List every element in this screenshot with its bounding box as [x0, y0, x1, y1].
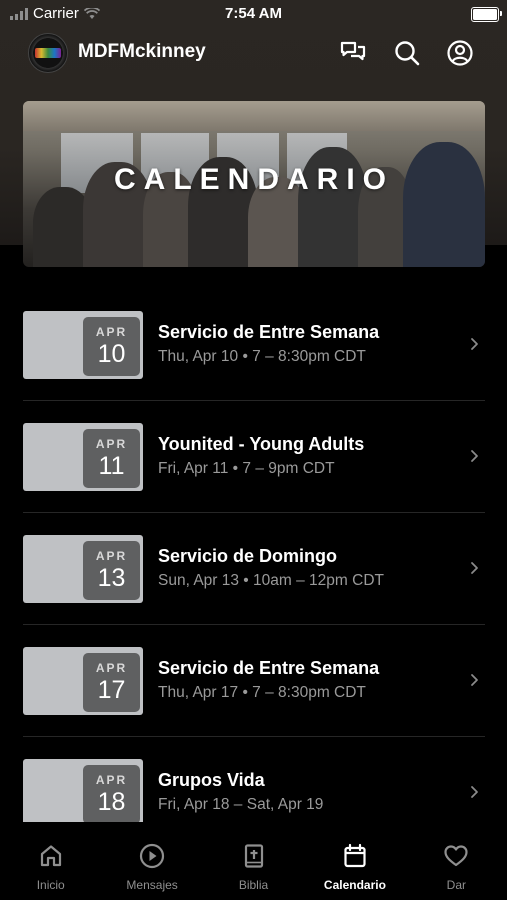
event-title: Younited - Young Adults — [158, 434, 365, 454]
event-thumbnail: APR 11 — [23, 423, 143, 491]
date-badge: APR 13 — [83, 541, 140, 600]
event-row[interactable]: APR 13 Servicio de Domingo Sun, Apr 13 •… — [23, 513, 485, 625]
event-thumbnail: APR 17 — [23, 647, 143, 715]
date-badge: APR 10 — [83, 317, 140, 376]
event-time: Thu, Apr 17 • 7 – 8:30pm CDT — [158, 684, 366, 701]
tab-calendario[interactable]: Calendario — [304, 822, 405, 900]
event-day: 13 — [97, 564, 126, 592]
event-title: Servicio de Entre Semana — [158, 658, 380, 678]
event-day: 10 — [97, 340, 126, 368]
profile-icon[interactable] — [445, 38, 475, 68]
event-row[interactable]: APR 10 Servicio de Entre Semana Thu, Apr… — [23, 289, 485, 401]
event-month: APR — [95, 661, 128, 675]
church-logo[interactable] — [28, 33, 68, 73]
tab-dar[interactable]: Dar — [406, 822, 507, 900]
event-month: APR — [95, 325, 128, 339]
app-name: MDFMckinney — [78, 41, 206, 62]
event-list: APR 10 Servicio de Entre Semana Thu, Apr… — [23, 289, 485, 848]
chat-icon[interactable] — [338, 38, 368, 68]
tab-biblia[interactable]: Biblia — [203, 822, 304, 900]
calendar-banner: CALENDARIO — [23, 101, 485, 267]
event-thumbnail: APR 10 — [23, 311, 143, 379]
date-badge: APR 18 — [83, 765, 140, 824]
chevron-right-icon — [471, 562, 478, 574]
tab-inicio[interactable]: Inicio — [0, 822, 101, 900]
event-row[interactable]: APR 11 Younited - Young Adults Fri, Apr … — [23, 401, 485, 513]
chevron-right-icon — [471, 674, 478, 686]
event-month: APR — [95, 773, 128, 787]
tab-mensajes[interactable]: Mensajes — [101, 822, 202, 900]
chevron-right-icon — [471, 450, 478, 462]
event-day: 11 — [98, 452, 125, 480]
event-time: Fri, Apr 11 • 7 – 9pm CDT — [158, 460, 335, 477]
event-row[interactable]: APR 17 Servicio de Entre Semana Thu, Apr… — [23, 625, 485, 737]
event-title: Grupos Vida — [158, 770, 265, 790]
play-icon — [140, 843, 165, 869]
status-bar: Carrier 7:54 AM — [0, 0, 507, 28]
heart-icon — [444, 845, 468, 867]
date-badge: APR 17 — [83, 653, 140, 712]
home-icon — [40, 845, 61, 867]
event-thumbnail: APR 18 — [23, 759, 143, 827]
tab-label: Calendario — [323, 878, 386, 892]
tab-label: Mensajes — [126, 878, 178, 892]
banner-title: CALENDARIO — [114, 163, 394, 196]
event-title: Servicio de Domingo — [158, 546, 338, 566]
tab-bar: Inicio Mensajes Biblia Calendario Dar — [0, 822, 507, 900]
chevron-right-icon — [471, 338, 478, 350]
event-month: APR — [95, 549, 128, 563]
event-day: 17 — [97, 676, 126, 704]
event-time: Sun, Apr 13 • 10am – 12pm CDT — [158, 572, 384, 589]
bible-icon — [244, 844, 263, 868]
date-badge: APR 11 — [83, 429, 140, 488]
event-day: 18 — [97, 788, 126, 816]
event-thumbnail: APR 13 — [23, 535, 143, 603]
event-month: APR — [95, 437, 128, 451]
event-title: Servicio de Entre Semana — [158, 322, 380, 342]
event-time: Fri, Apr 18 – Sat, Apr 19 — [158, 796, 324, 813]
tab-label: Biblia — [238, 878, 269, 892]
calendar-icon — [344, 843, 366, 868]
event-time: Thu, Apr 10 • 7 – 8:30pm CDT — [158, 348, 366, 365]
tab-label: Dar — [446, 878, 466, 892]
app-header: MDFMckinney — [0, 30, 507, 76]
battery-icon — [471, 7, 502, 22]
tab-label: Inicio — [36, 878, 65, 892]
status-time: 7:54 AM — [225, 5, 282, 22]
chevron-right-icon — [471, 786, 478, 798]
search-icon[interactable] — [392, 38, 422, 68]
